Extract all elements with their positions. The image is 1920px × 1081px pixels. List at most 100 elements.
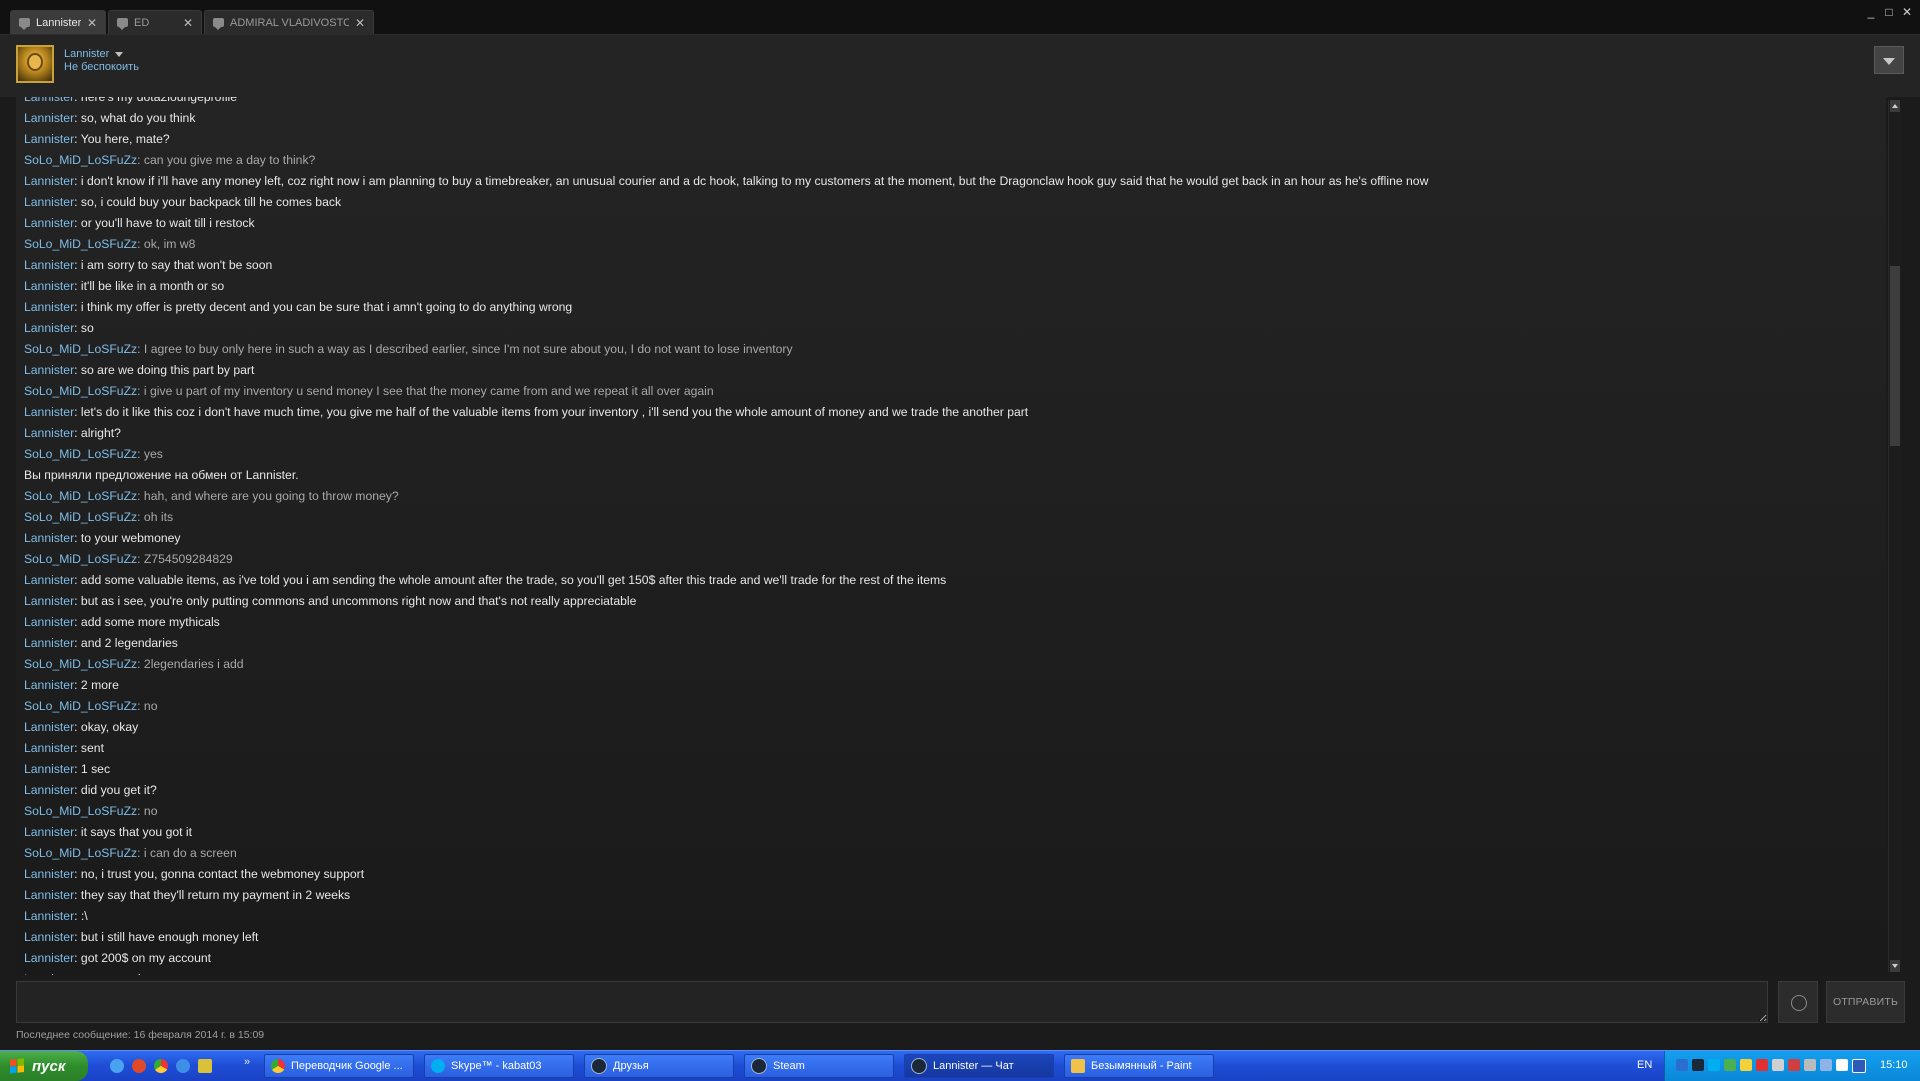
message-sender[interactable]: Lannister: [24, 405, 74, 419]
show-desktop-icon[interactable]: [110, 1059, 124, 1073]
message-sender[interactable]: Lannister: [24, 930, 74, 944]
message-sender[interactable]: SoLo_MiD_LoSFuZz: [24, 657, 137, 671]
quick-launch-more-button[interactable]: »: [244, 1056, 250, 1068]
message-sender[interactable]: Lannister: [24, 909, 74, 923]
message-sender[interactable]: SoLo_MiD_LoSFuZz: [24, 804, 137, 818]
message-sender[interactable]: Lannister: [24, 258, 74, 272]
message-sender[interactable]: Lannister: [24, 783, 74, 797]
tray-app-icon[interactable]: [1756, 1059, 1768, 1071]
avatar[interactable]: [16, 45, 54, 83]
chrome-icon[interactable]: [154, 1059, 168, 1073]
message-sender[interactable]: Lannister: [24, 762, 74, 776]
message-sender[interactable]: Lannister: [24, 321, 74, 335]
message-sender[interactable]: Lannister: [24, 741, 74, 755]
close-window-button[interactable]: ✕: [1898, 4, 1916, 20]
minimize-button[interactable]: _: [1862, 4, 1880, 20]
message-sender[interactable]: Lannister: [24, 615, 74, 629]
tab-close-icon[interactable]: ✕: [183, 16, 193, 30]
tab-close-icon[interactable]: ✕: [355, 16, 365, 30]
message-sender[interactable]: SoLo_MiD_LoSFuZz: [24, 153, 137, 167]
scroll-down-button[interactable]: [1890, 960, 1900, 972]
options-dropdown-button[interactable]: [1874, 46, 1904, 74]
tab-close-icon[interactable]: ✕: [87, 16, 97, 30]
scrollbar-thumb[interactable]: [1890, 266, 1900, 446]
message-separator: :: [74, 909, 81, 923]
message-sender[interactable]: Lannister: [24, 888, 74, 902]
message-sender[interactable]: Lannister: [24, 972, 74, 975]
emoticon-button[interactable]: [1778, 981, 1818, 1023]
message-sender[interactable]: Lannister: [24, 132, 74, 146]
task-friends[interactable]: Друзья: [584, 1054, 734, 1078]
steam-icon: [751, 1058, 767, 1074]
message-sender[interactable]: Lannister: [24, 97, 74, 104]
message-sender[interactable]: Lannister: [24, 195, 74, 209]
friend-name-menu[interactable]: Lannister: [64, 48, 124, 60]
message-sender[interactable]: Lannister: [24, 678, 74, 692]
message-sender[interactable]: Lannister: [24, 531, 74, 545]
message-sender[interactable]: SoLo_MiD_LoSFuZz: [24, 237, 137, 251]
skype-tray-icon[interactable]: [1708, 1059, 1720, 1071]
message-sender[interactable]: SoLo_MiD_LoSFuZz: [24, 552, 137, 566]
message-sender[interactable]: SoLo_MiD_LoSFuZz: [24, 510, 137, 524]
message-sender[interactable]: Lannister: [24, 594, 74, 608]
chat-log[interactable]: Lannister: here's my dota2loungeprofile L…: [16, 97, 1886, 975]
steam-tray-icon[interactable]: [1692, 1059, 1704, 1071]
language-indicator[interactable]: EN: [1637, 1059, 1652, 1071]
message-sender[interactable]: SoLo_MiD_LoSFuZz: [24, 846, 137, 860]
scroll-up-button[interactable]: [1890, 100, 1900, 112]
shield-icon[interactable]: [1772, 1059, 1784, 1071]
tray-app-icon[interactable]: [1852, 1059, 1866, 1073]
tray-app-icon[interactable]: [1788, 1059, 1800, 1071]
message-separator: :: [137, 447, 144, 461]
message-sender[interactable]: SoLo_MiD_LoSFuZz: [24, 699, 137, 713]
app-icon[interactable]: [198, 1059, 212, 1073]
task-lannister-chat[interactable]: Lannister — Чат: [904, 1054, 1054, 1078]
maximize-button[interactable]: □: [1880, 4, 1898, 20]
message-separator: :: [137, 552, 144, 566]
message-sender[interactable]: SoLo_MiD_LoSFuZz: [24, 447, 137, 461]
network-icon[interactable]: [1676, 1059, 1688, 1071]
task-skype[interactable]: Skype™ - kabat03: [424, 1054, 574, 1078]
chat-scrollbar[interactable]: [1888, 100, 1901, 972]
message-sender[interactable]: Lannister: [24, 720, 74, 734]
ie-icon[interactable]: [176, 1059, 190, 1073]
message-sender[interactable]: Lannister: [24, 825, 74, 839]
tab-ed[interactable]: ED ✕: [108, 10, 202, 34]
tab-lannister[interactable]: Lannister ✕: [10, 10, 106, 34]
task-google-translate[interactable]: Переводчик Google ...: [264, 1054, 414, 1078]
message-sender[interactable]: Lannister: [24, 216, 74, 230]
message-sender[interactable]: Lannister: [24, 300, 74, 314]
message-sender[interactable]: SoLo_MiD_LoSFuZz: [24, 342, 137, 356]
message-sender[interactable]: Lannister: [24, 426, 74, 440]
flag-icon[interactable]: [1836, 1059, 1848, 1071]
task-paint[interactable]: Безымянный - Paint: [1064, 1054, 1214, 1078]
message-sender[interactable]: Lannister: [24, 363, 74, 377]
send-button[interactable]: ОТПРАВИТЬ: [1826, 981, 1905, 1023]
message-sender[interactable]: Lannister: [24, 111, 74, 125]
message-sender[interactable]: Lannister: [24, 867, 74, 881]
chat-message: Lannister: :\: [24, 906, 1846, 927]
message-sender[interactable]: Lannister: [24, 636, 74, 650]
task-steam[interactable]: Steam: [744, 1054, 894, 1078]
message-input[interactable]: [16, 981, 1768, 1023]
message-sender[interactable]: Lannister: [24, 174, 74, 188]
tab-label: ED: [134, 16, 150, 29]
opera-icon[interactable]: [132, 1059, 146, 1073]
message-sender[interactable]: Lannister: [24, 573, 74, 587]
chat-message: Lannister: so: [24, 318, 1846, 339]
message-sender[interactable]: Lannister: [24, 951, 74, 965]
message-sender[interactable]: SoLo_MiD_LoSFuZz: [24, 489, 137, 503]
tab-admiral-vladivostok[interactable]: ADMIRAL VLADIVOSTOK ✕: [204, 10, 374, 34]
tray-app-icon[interactable]: [1820, 1059, 1832, 1071]
antivirus-icon[interactable]: [1724, 1059, 1736, 1071]
message-separator: :: [137, 699, 144, 713]
message-sender[interactable]: Lannister: [24, 279, 74, 293]
volume-icon[interactable]: [1804, 1059, 1816, 1071]
message-text: no: [143, 804, 158, 818]
message-list: Lannister: here's my dota2loungeprofile L…: [24, 97, 1846, 975]
message-sender[interactable]: SoLo_MiD_LoSFuZz: [24, 384, 137, 398]
security-icon[interactable]: [1740, 1059, 1752, 1071]
start-button[interactable]: пуск: [0, 1051, 88, 1081]
chat-message: SoLo_MiD_LoSFuZz: no: [24, 696, 1846, 717]
message-separator: :: [74, 363, 81, 377]
